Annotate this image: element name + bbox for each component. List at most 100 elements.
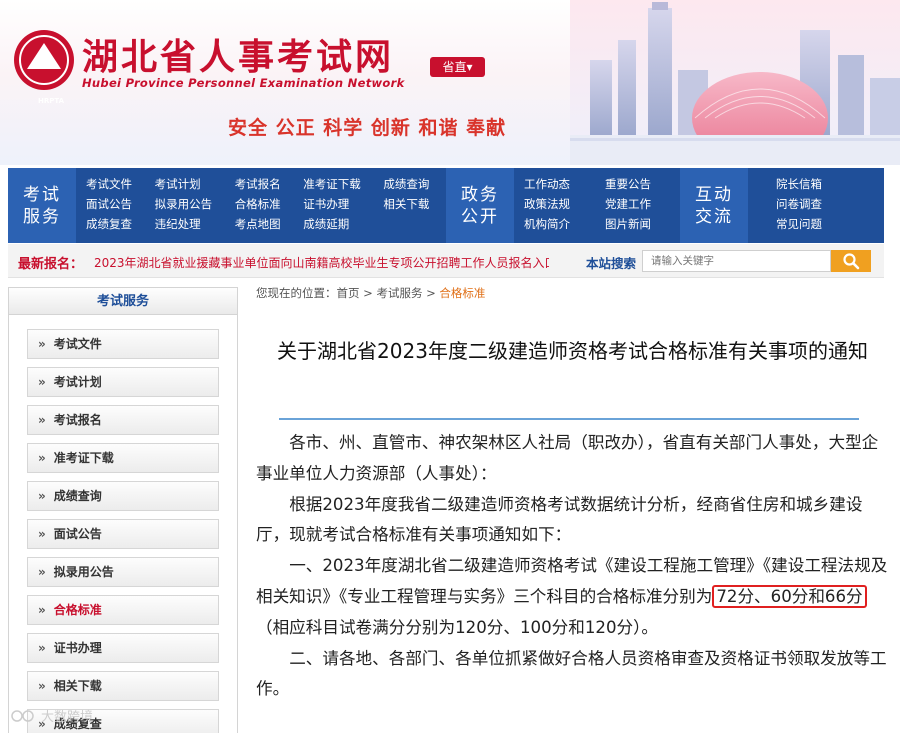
sidebar-item-label: 考试报名: [53, 413, 102, 427]
double-chevron-right-icon: »: [38, 527, 46, 541]
watermark: 大数跨境: [10, 706, 93, 725]
sidebar-item-label: 合格标准: [53, 603, 102, 617]
nav-link-score-review[interactable]: 成绩复查: [86, 216, 143, 234]
double-chevron-right-icon: »: [38, 603, 46, 617]
nav-category-interaction[interactable]: 互动交流: [680, 168, 748, 243]
latest-news-bar: 最新报名： 2023年湖北省就业援藏事业单位面向山南籍高校毕业生专项公开招聘工作…: [8, 244, 884, 278]
sidebar-item[interactable]: » 准考证下载: [27, 443, 219, 473]
sidebar-item-label: 准考证下载: [53, 451, 114, 465]
watermark-logo-icon: [11, 709, 34, 722]
nav-link-hire-notice[interactable]: 拟录用公告: [155, 196, 223, 214]
double-chevron-right-icon: »: [38, 679, 46, 693]
sidebar-item[interactable]: » 证书办理: [27, 633, 219, 663]
site-title[interactable]: 湖北省人事考试网: [82, 28, 394, 80]
nav-category-gov-affairs[interactable]: 政务公开: [446, 168, 514, 243]
nav-link-score-delay[interactable]: 成绩延期: [303, 216, 371, 234]
double-chevron-right-icon: »: [38, 375, 46, 389]
watermark-text: 大数跨境: [41, 710, 94, 725]
article-body: 各市、州、直管市、神农架林区人社局（职改办），省直有关部门人事处，大型企事业单位…: [256, 428, 888, 705]
double-chevron-right-icon: »: [38, 413, 46, 427]
nav-link-survey[interactable]: 问卷调查: [776, 196, 846, 214]
nav-link-director-mailbox[interactable]: 院长信箱: [776, 176, 846, 194]
double-chevron-right-icon: »: [38, 489, 46, 503]
sidebar-item-label: 面试公告: [53, 527, 102, 541]
nav-category-label: 考试服务: [23, 184, 61, 227]
paragraph-text: （相应科目试卷满分分别为120分、100分和120分）。: [256, 617, 658, 637]
nav-link-party-work[interactable]: 党建工作: [605, 196, 674, 214]
double-chevron-right-icon: »: [38, 337, 46, 351]
breadcrumb-separator: >: [359, 286, 377, 300]
nav-group-gov-affairs: 工作动态 重要公告 政策法规 党建工作 机构简介 图片新闻: [514, 168, 680, 243]
sidebar-item[interactable]: » 考试文件: [27, 329, 219, 359]
sidebar: 考试服务 » 考试文件 » 考试计划 » 考试报名 » 准考证下载 » 成绩查询 » 面试公告 » 拟录用…: [8, 287, 238, 733]
nav-link-admission-ticket[interactable]: 准考证下载: [303, 176, 371, 194]
breadcrumb: 您现在的位置：首页 > 考试服务 > 合格标准: [256, 285, 485, 301]
nav-link-photo-news[interactable]: 图片新闻: [605, 216, 674, 234]
logo-triangle-icon: [27, 43, 61, 69]
nav-link-policy[interactable]: 政策法规: [524, 196, 593, 214]
site-logo[interactable]: HRPTA: [14, 30, 74, 105]
search-label: 本站搜索: [586, 256, 637, 271]
nav-link-important-notice[interactable]: 重要公告: [605, 176, 674, 194]
breadcrumb-parent[interactable]: 考试服务: [376, 286, 422, 300]
highlighted-scores: 72分、60分和66分: [712, 584, 867, 608]
nav-category-label: 互动交流: [695, 184, 733, 227]
sidebar-item[interactable]: » 考试报名: [27, 405, 219, 435]
sidebar-item-label: 证书办理: [53, 641, 102, 655]
nav-link-pass-standard[interactable]: 合格标准: [235, 196, 292, 214]
nav-link-violation[interactable]: 违纪处理: [155, 216, 223, 234]
search-icon: [843, 253, 860, 270]
latest-news-link[interactable]: 2023年湖北省就业援藏事业单位面向山南籍高校毕业生专项公开招聘工作人员报名入口: [94, 254, 549, 271]
nav-group-exam-service: 考试文件 考试计划 考试报名 准考证下载 成绩查询 面试公告 拟录用公告 合格标…: [76, 168, 446, 243]
nav-link-venue-map[interactable]: 考点地图: [235, 216, 292, 234]
nav-link-exam-docs[interactable]: 考试文件: [86, 176, 143, 194]
latest-label: 最新报名：: [18, 257, 84, 272]
sidebar-item[interactable]: » 考试计划: [27, 367, 219, 397]
article-paragraph: 根据2023年度我省二级建造师资格考试数据统计分析，经商省住房和城乡建设厅，现就…: [256, 494, 863, 545]
slogan: 安全 公正 科学 创新 和谐 奉献: [228, 117, 507, 139]
sidebar-item[interactable]: » 面试公告: [27, 519, 219, 549]
sidebar-item[interactable]: » 相关下载: [27, 671, 219, 701]
search-button[interactable]: [831, 250, 871, 272]
header-banner: HRPTA 湖北省人事考试网 Hubei Province Personnel …: [0, 0, 900, 165]
search-input[interactable]: [642, 250, 831, 272]
city-skyline-image: [570, 0, 900, 165]
nav-category-exam-service[interactable]: 考试服务: [8, 168, 76, 243]
sidebar-item-label: 考试文件: [53, 337, 102, 351]
sidebar-item-label: 成绩查询: [53, 489, 102, 503]
nav-group-interaction: 院长信箱 问卷调查 常见问题: [748, 168, 852, 243]
sidebar-item[interactable]: » 成绩查询: [27, 481, 219, 511]
nav-link-score-query[interactable]: 成绩查询: [383, 176, 440, 194]
nav-link-exam-plan[interactable]: 考试计划: [155, 176, 223, 194]
sidebar-item-label: 考试计划: [53, 375, 102, 389]
article-paragraph: 二、请各地、各部门、各单位抓紧做好合格人员资格审查及资格证书领取发放等工作。: [256, 648, 887, 699]
logo-text: HRPTA: [38, 97, 65, 105]
nav-link-interview-notice[interactable]: 面试公告: [86, 196, 143, 214]
region-select-button[interactable]: 省直▾: [430, 57, 485, 77]
breadcrumb-home[interactable]: 首页: [337, 286, 360, 300]
double-chevron-right-icon: »: [38, 641, 46, 655]
breadcrumb-separator: >: [422, 286, 440, 300]
article-paragraph: 各市、州、直管市、神农架林区人社局（职改办），省直有关部门人事处，大型企事业单位…: [256, 433, 879, 483]
sidebar-item-label: 相关下载: [53, 679, 102, 693]
nav-category-label: 政务公开: [461, 184, 499, 227]
sidebar-menu: » 考试文件 » 考试计划 » 考试报名 » 准考证下载 » 成绩查询 » 面试公告 » 拟录用公告 » 合格…: [8, 315, 238, 733]
sidebar-item-label: 拟录用公告: [53, 565, 114, 579]
breadcrumb-prefix: 您现在的位置：: [256, 286, 337, 300]
breadcrumb-current[interactable]: 合格标准: [439, 286, 485, 300]
nav-link-work-news[interactable]: 工作动态: [524, 176, 593, 194]
nav-link-faq[interactable]: 常见问题: [776, 216, 846, 234]
title-divider: [279, 418, 859, 420]
nav-link-downloads[interactable]: 相关下载: [383, 196, 440, 214]
article-paragraph: 一、2023年度湖北省二级建造师资格考试《建设工程施工管理》《建设工程法规及相关…: [256, 551, 888, 643]
nav-link-exam-register[interactable]: 考试报名: [235, 176, 292, 194]
article-title: 关于湖北省2023年度二级建造师资格考试合格标准有关事项的通知: [277, 339, 868, 363]
sidebar-item[interactable]: » 合格标准: [27, 595, 219, 625]
double-chevron-right-icon: »: [38, 565, 46, 579]
sidebar-title: 考试服务: [8, 287, 238, 315]
nav-link-about[interactable]: 机构简介: [524, 216, 593, 234]
main-nav: 考试服务 考试文件 考试计划 考试报名 准考证下载 成绩查询 面试公告 拟录用公…: [8, 168, 884, 243]
sidebar-item[interactable]: » 拟录用公告: [27, 557, 219, 587]
nav-link-certificate[interactable]: 证书办理: [303, 196, 371, 214]
double-chevron-right-icon: »: [38, 451, 46, 465]
